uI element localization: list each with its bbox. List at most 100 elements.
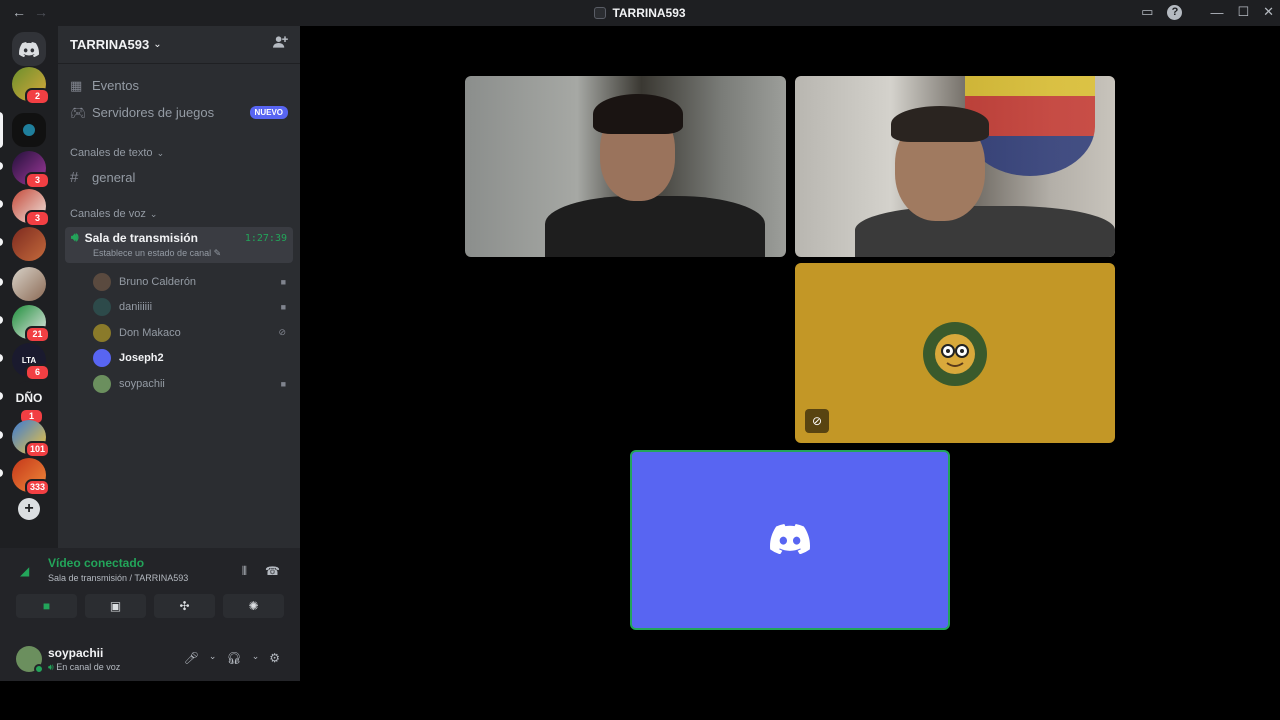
voice-member[interactable]: Don Makaco ⊘ xyxy=(58,320,300,346)
pencil-icon: ✎ xyxy=(213,248,222,258)
chevron-down-icon: ⌄ xyxy=(149,208,158,219)
close-icon[interactable]: ✕ xyxy=(1263,4,1274,20)
voice-member[interactable]: Joseph2 xyxy=(58,346,300,372)
call-timer: 1:27:39 xyxy=(244,233,287,244)
mention-badge: 333 xyxy=(24,479,50,496)
participant-hair xyxy=(891,106,989,142)
speaker-icon: 🔊︎ xyxy=(48,661,54,672)
online-status-dot xyxy=(34,664,44,674)
monkey-avatar-icon xyxy=(935,334,975,374)
forward-arrow-icon[interactable]: → xyxy=(34,4,48,20)
video-camera-icon: ■ xyxy=(280,276,286,287)
server-icon xyxy=(594,7,607,19)
soundboard-icon: ✺ xyxy=(248,599,259,613)
unread-pill xyxy=(0,469,3,477)
unread-pill xyxy=(0,200,3,208)
voice-channel-sala[interactable]: 🔊︎ Sala de transmisión 1:27:39 Establece… xyxy=(65,227,293,263)
text-channels-category[interactable]: Canales de texto ⌄ xyxy=(58,144,300,162)
server-icon-6[interactable] xyxy=(12,267,46,301)
user-status: 🔊︎ En canal de voz xyxy=(48,661,121,672)
add-friend-icon[interactable] xyxy=(273,35,288,54)
video-camera-icon: ■ xyxy=(42,599,51,613)
avatar[interactable] xyxy=(16,646,44,674)
server-header[interactable]: TARRINA593 ⌄ xyxy=(58,26,300,64)
voice-member[interactable]: Bruno Calderón ■ xyxy=(58,269,300,295)
mention-badge: 6 xyxy=(25,364,50,381)
add-server-button[interactable]: + xyxy=(18,498,40,520)
voice-channels-category[interactable]: Canales de voz ⌄ xyxy=(58,205,300,223)
server-icon-dno[interactable]: DÑO 1 xyxy=(12,381,46,425)
calendar-icon: ▦ xyxy=(70,77,83,93)
server-icon-5[interactable] xyxy=(12,227,46,261)
mic-muted-icon: ⊘ xyxy=(805,409,829,433)
new-badge: NUEVO xyxy=(249,106,288,119)
video-camera-icon: ■ xyxy=(280,378,286,389)
voice-member[interactable]: soypachii ■ xyxy=(58,371,300,397)
server-icon-tarrina593[interactable] xyxy=(12,113,46,147)
video-tile-participant[interactable] xyxy=(795,76,1115,257)
channel-status-input[interactable]: Establece un estado de canal ✎ xyxy=(93,248,287,259)
activities-icon: ✣ xyxy=(179,599,190,613)
avatar-tile-speaking[interactable] xyxy=(630,450,950,630)
chevron-down-icon[interactable]: ⌄ xyxy=(252,651,260,665)
avatar xyxy=(93,298,111,317)
unread-pill xyxy=(0,238,3,246)
server-icon-10[interactable]: 101 xyxy=(12,420,50,458)
video-tile-participant[interactable] xyxy=(465,76,786,257)
headphones-icon[interactable]: 🎧︎ xyxy=(226,651,241,665)
server-icon-4[interactable]: 3 xyxy=(12,189,50,227)
voice-member[interactable]: daniiiiii ■ xyxy=(58,295,300,321)
participant-avatar xyxy=(923,322,987,386)
mic-muted-icon: ⊘ xyxy=(278,327,286,338)
participant-video xyxy=(855,206,1115,257)
minimize-icon[interactable]: — xyxy=(1210,5,1223,20)
unread-pill xyxy=(0,278,3,286)
chevron-down-icon[interactable]: ⌄ xyxy=(209,651,217,665)
avatar xyxy=(93,349,111,368)
noise-suppression-icon[interactable]: ⦀ xyxy=(242,564,247,579)
signal-icon[interactable]: ◢ xyxy=(20,564,29,578)
mention-badge: 101 xyxy=(24,441,50,458)
server-icon-1[interactable]: 2 xyxy=(12,67,50,105)
avatar xyxy=(93,374,111,393)
disconnect-icon[interactable]: ☎ xyxy=(265,564,280,579)
mention-badge: 2 xyxy=(25,88,50,105)
unread-pill xyxy=(0,431,3,439)
server-icon-11[interactable]: 333 xyxy=(12,458,50,496)
screen-share-button[interactable]: ▣ xyxy=(85,594,146,618)
gamepad-icon: 🎮︎ xyxy=(70,104,87,120)
voice-connection-panel: ◢ Vídeo conectado Sala de transmisión / … xyxy=(0,548,300,681)
unread-pill xyxy=(0,392,3,400)
soundboard-button[interactable]: ✺ xyxy=(223,594,284,618)
mention-badge: 3 xyxy=(25,172,50,189)
server-icon-7[interactable]: 21 xyxy=(12,305,50,343)
activities-button[interactable]: ✣ xyxy=(154,594,215,618)
unread-pill xyxy=(0,316,3,324)
events-link[interactable]: ▦ Eventos xyxy=(58,72,300,99)
microphone-icon[interactable]: 🎤︎ xyxy=(184,651,199,665)
window-controls: ▭ ? — ☐ ✕ xyxy=(1141,4,1274,20)
mention-badge: 3 xyxy=(25,210,50,227)
avatar-tile-participant[interactable]: ⊘ xyxy=(795,263,1115,443)
avatar xyxy=(93,323,111,342)
server-icon-3[interactable]: 3 xyxy=(12,151,50,189)
chevron-down-icon: ⌄ xyxy=(153,39,162,50)
username[interactable]: soypachii xyxy=(48,646,120,660)
maximize-icon[interactable]: ☐ xyxy=(1237,4,1249,20)
unread-pill xyxy=(0,354,3,362)
server-icon-lta[interactable]: LTA 6 xyxy=(12,343,50,381)
game-servers-link[interactable]: 🎮︎ Servidores de juegos NUEVO xyxy=(58,99,300,126)
help-icon[interactable]: ? xyxy=(1167,4,1183,20)
chevron-down-icon: ⌄ xyxy=(156,147,165,158)
channel-general[interactable]: # general xyxy=(58,164,300,191)
back-arrow-icon[interactable]: ← xyxy=(12,4,26,20)
inbox-icon[interactable]: ▭ xyxy=(1141,4,1153,20)
video-camera-icon: ■ xyxy=(280,302,286,313)
server-name: TARRINA593 xyxy=(70,37,150,52)
mention-badge: 21 xyxy=(25,326,50,343)
voice-status: ◢ Vídeo conectado Sala de transmisión / … xyxy=(0,548,300,588)
home-button[interactable] xyxy=(12,32,46,66)
camera-button[interactable]: ■ xyxy=(16,594,77,618)
gear-icon[interactable]: ⚙ xyxy=(269,651,280,665)
discord-logo-icon xyxy=(19,41,39,57)
